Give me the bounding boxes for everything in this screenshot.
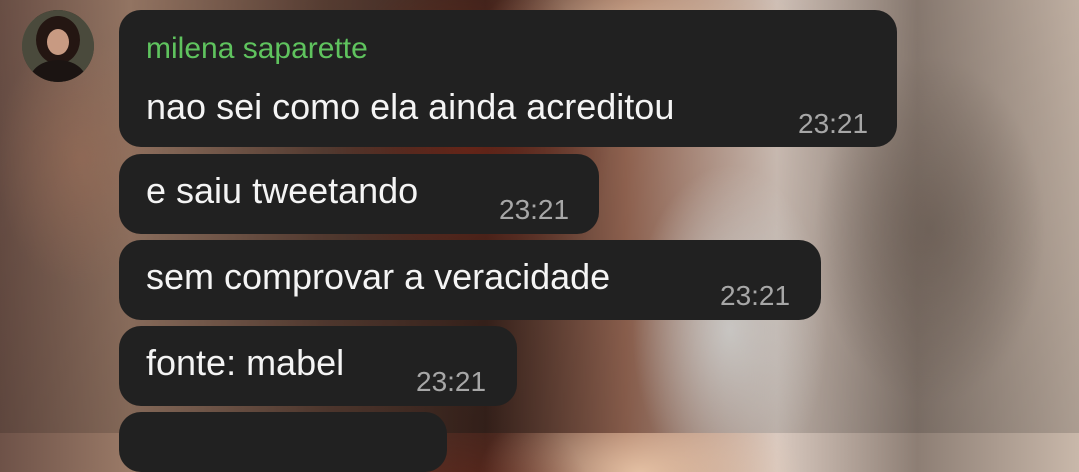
message-time: 23:21 bbox=[720, 280, 791, 311]
message-text: fonte: mabel bbox=[146, 342, 345, 383]
message-text: sem comprovar a veracidade bbox=[146, 256, 611, 297]
sender-name[interactable]: milena saparette bbox=[146, 32, 368, 66]
message-bubble[interactable]: fonte: mabel 23:21 bbox=[119, 326, 517, 406]
message-bubble-partial[interactable] bbox=[119, 412, 447, 472]
message-text: e saiu tweetando bbox=[146, 170, 419, 211]
message-text: nao sei como ela ainda acreditou bbox=[146, 86, 675, 127]
message-time: 23:21 bbox=[798, 108, 869, 139]
message-bubble[interactable]: milena saparette nao sei como ela ainda … bbox=[119, 10, 897, 147]
message-bubble[interactable]: e saiu tweetando 23:21 bbox=[119, 154, 599, 234]
message-time: 23:21 bbox=[416, 366, 487, 397]
message-bubble[interactable]: sem comprovar a veracidade 23:21 bbox=[119, 240, 821, 320]
message-time: 23:21 bbox=[499, 194, 570, 225]
sender-avatar[interactable] bbox=[22, 10, 94, 82]
avatar-image bbox=[22, 10, 94, 82]
